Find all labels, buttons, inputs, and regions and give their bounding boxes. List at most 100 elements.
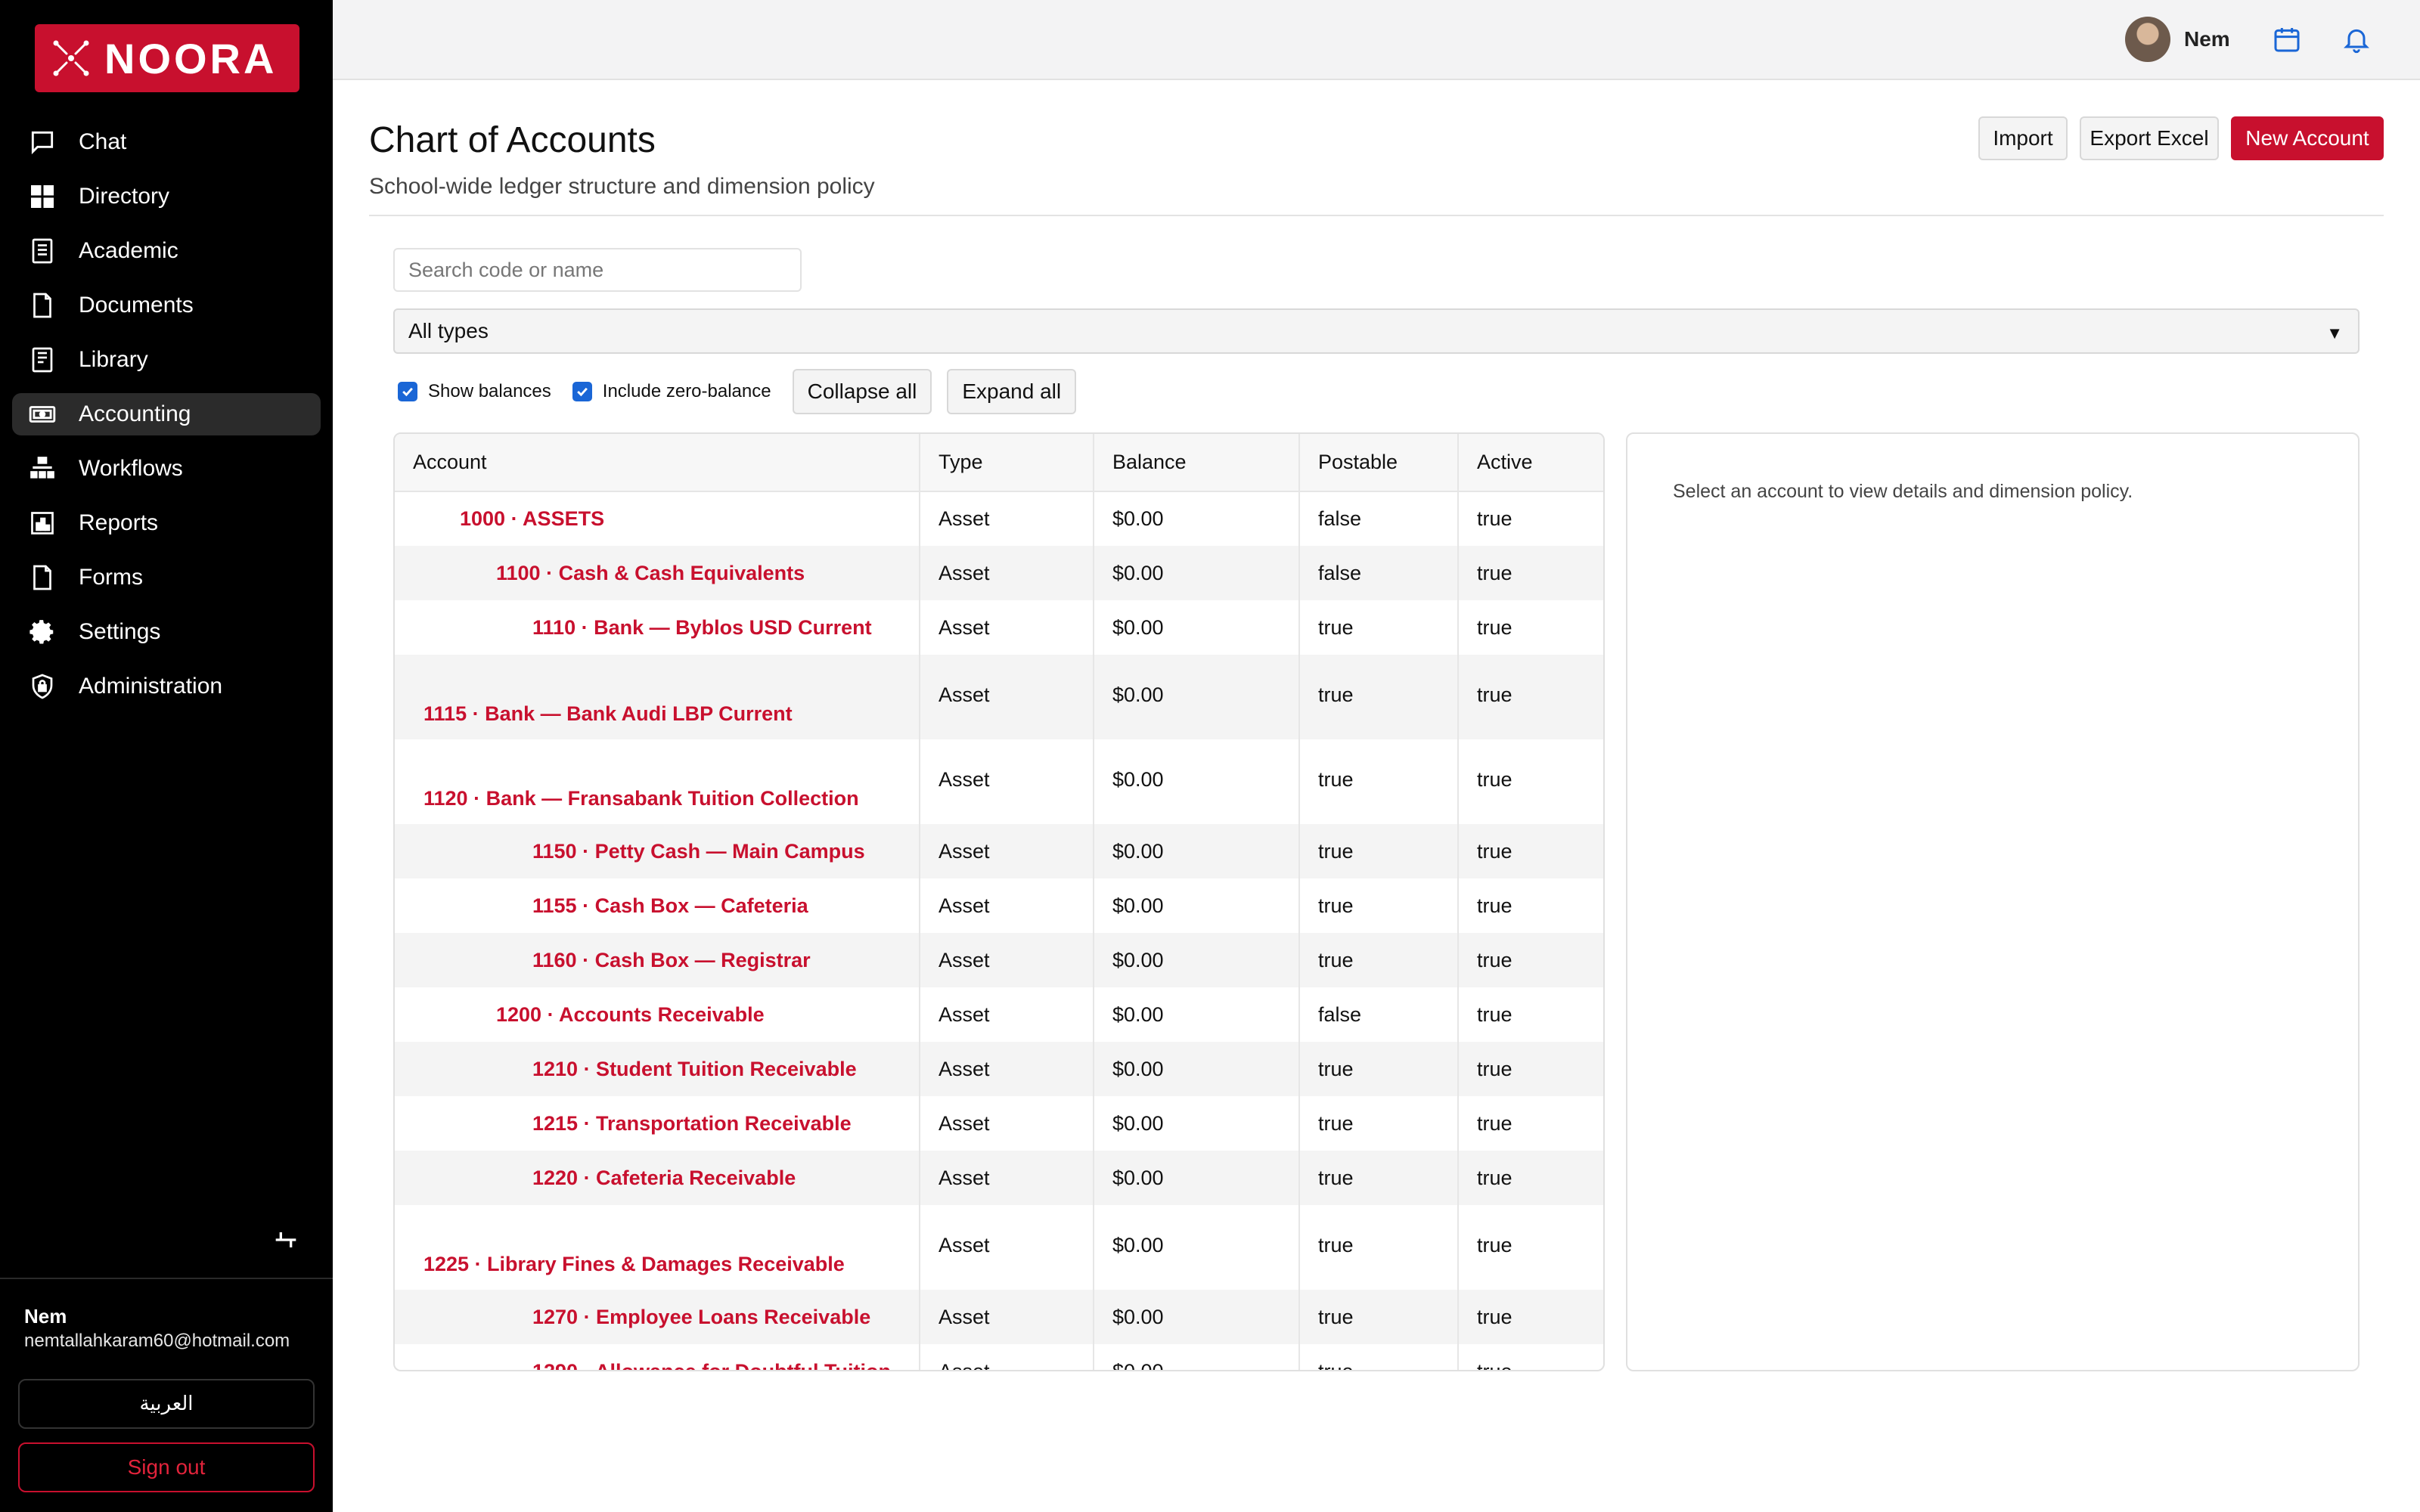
column-header-balance[interactable]: Balance bbox=[1094, 434, 1300, 492]
table-row[interactable]: 1270 · Employee Loans Receivable Asset $… bbox=[395, 1290, 1603, 1344]
chat-icon bbox=[27, 127, 57, 157]
account-link[interactable]: 1215 · Transportation Receivable bbox=[532, 1112, 852, 1135]
search-input[interactable] bbox=[393, 248, 802, 292]
language-toggle-button[interactable]: العربية bbox=[18, 1379, 315, 1429]
include-zero-balance-checkbox[interactable] bbox=[572, 382, 592, 401]
active-cell: true bbox=[1477, 768, 1512, 791]
column-header-active[interactable]: Active bbox=[1458, 434, 1603, 492]
account-link[interactable]: 1115 · Bank — Bank Audi LBP Current bbox=[424, 702, 793, 725]
account-type-select[interactable]: All types ▼ bbox=[393, 308, 2360, 354]
account-link[interactable]: 1220 · Cafeteria Receivable bbox=[532, 1167, 796, 1189]
table-row[interactable]: 1000 · ASSETS Asset $0.00 false true bbox=[395, 491, 1603, 546]
table-row[interactable]: 1220 · Cafeteria Receivable Asset $0.00 … bbox=[395, 1151, 1603, 1205]
type-cell: Asset bbox=[920, 987, 1094, 1042]
type-cell: Asset bbox=[920, 1344, 1094, 1370]
sidebar-item-workflows[interactable]: Workflows bbox=[12, 448, 321, 490]
new-account-button[interactable]: New Account bbox=[2231, 116, 2384, 160]
table-row[interactable]: 1210 · Student Tuition Receivable Asset … bbox=[395, 1042, 1603, 1096]
bell-icon[interactable] bbox=[2335, 18, 2378, 60]
postable-cell: true bbox=[1299, 655, 1459, 739]
table-row[interactable]: 1200 · Accounts Receivable Asset $0.00 f… bbox=[395, 987, 1603, 1042]
postable-cell: true bbox=[1299, 1042, 1459, 1096]
column-header-postable[interactable]: Postable bbox=[1299, 434, 1459, 492]
account-link[interactable]: 1150 · Petty Cash — Main Campus bbox=[532, 840, 865, 863]
table-row[interactable]: 1225 · Library Fines & Damages Receivabl… bbox=[395, 1205, 1603, 1290]
postable-cell: true bbox=[1299, 1205, 1459, 1290]
balance-cell: $0.00 bbox=[1094, 1151, 1300, 1205]
table-row[interactable]: 1160 · Cash Box — Registrar Asset $0.00 … bbox=[395, 933, 1603, 987]
balance-cell: $0.00 bbox=[1094, 739, 1300, 824]
active-cell: true bbox=[1458, 655, 1603, 739]
active-cell: true bbox=[1458, 1290, 1603, 1344]
show-balances-checkbox[interactable] bbox=[398, 382, 417, 401]
calendar-icon[interactable] bbox=[2266, 18, 2308, 60]
details-empty-message: Select an account to view details and di… bbox=[1673, 481, 2133, 502]
sidebar-item-documents[interactable]: Documents bbox=[12, 284, 321, 327]
sidebar-item-chat[interactable]: Chat bbox=[12, 121, 321, 163]
account-link[interactable]: 1155 · Cash Box — Cafeteria bbox=[532, 894, 808, 917]
avatar[interactable] bbox=[2125, 17, 2170, 62]
money-icon bbox=[27, 399, 57, 429]
sign-out-button[interactable]: Sign out bbox=[18, 1442, 315, 1492]
accounts-table: Account Type Balance Postable Active 100… bbox=[393, 432, 1605, 1371]
pin-icon[interactable] bbox=[271, 1225, 301, 1255]
account-link[interactable]: 1120 · Bank — Fransabank Tuition Collect… bbox=[424, 787, 859, 810]
grid-icon bbox=[27, 181, 57, 212]
account-link[interactable]: 1225 · Library Fines & Damages Receivabl… bbox=[424, 1253, 845, 1275]
type-cell: Asset bbox=[920, 1205, 1094, 1290]
active-cell: true bbox=[1477, 1111, 1512, 1135]
table-row[interactable]: 1110 · Bank — Byblos USD Current Asset $… bbox=[395, 600, 1603, 655]
account-link[interactable]: 1210 · Student Tuition Receivable bbox=[532, 1058, 857, 1080]
noora-logo[interactable]: NOORA bbox=[35, 24, 299, 92]
sidebar-item-forms[interactable]: Forms bbox=[12, 556, 321, 599]
column-header-account[interactable]: Account bbox=[395, 434, 920, 492]
import-button[interactable]: Import bbox=[1978, 116, 2068, 160]
account-link[interactable]: 1200 · Accounts Receivable bbox=[496, 1003, 765, 1026]
expand-all-button[interactable]: Expand all bbox=[947, 369, 1077, 414]
active-cell: true bbox=[1477, 1234, 1512, 1256]
sidebar-item-settings[interactable]: Settings bbox=[12, 611, 321, 653]
sidebar-user-name: Nem bbox=[24, 1305, 67, 1328]
sidebar-item-reports[interactable]: Reports bbox=[12, 502, 321, 544]
active-cell: true bbox=[1458, 1042, 1603, 1096]
top-user-name[interactable]: Nem bbox=[2184, 27, 2230, 51]
account-link[interactable]: 1000 · ASSETS bbox=[460, 507, 604, 530]
table-row[interactable]: 1215 · Transportation Receivable Asset $… bbox=[395, 1096, 1603, 1151]
type-cell: Asset bbox=[920, 546, 1094, 600]
page-title: Chart of Accounts bbox=[369, 120, 656, 160]
active-cell: true bbox=[1477, 1002, 1512, 1026]
account-link[interactable]: 1160 · Cash Box — Registrar bbox=[532, 949, 811, 971]
postable-cell: false bbox=[1299, 987, 1459, 1042]
sidebar-item-academic[interactable]: Academic bbox=[12, 230, 321, 272]
include-zero-balance-label: Include zero-balance bbox=[602, 381, 771, 401]
postable-cell: true bbox=[1299, 1151, 1459, 1205]
table-row[interactable]: 1115 · Bank — Bank Audi LBP Current Asse… bbox=[395, 655, 1603, 739]
account-link[interactable]: 1100 · Cash & Cash Equivalents bbox=[496, 562, 805, 584]
sidebar-item-directory[interactable]: Directory bbox=[12, 175, 321, 218]
sidebar-item-library[interactable]: Library bbox=[12, 339, 321, 381]
account-link[interactable]: 1110 · Bank — Byblos USD Current bbox=[532, 616, 872, 639]
sidebar-divider bbox=[0, 1278, 333, 1279]
sidebar-item-accounting[interactable]: Accounting bbox=[12, 393, 321, 435]
form-icon bbox=[27, 562, 57, 593]
export-excel-button[interactable]: Export Excel bbox=[2080, 116, 2219, 160]
postable-cell: false bbox=[1299, 546, 1459, 600]
balance-cell: $0.00 bbox=[1094, 600, 1300, 655]
table-row[interactable]: 1290 · Allowance for Doubtful Tuition As… bbox=[395, 1344, 1603, 1371]
sidebar-item-label: Documents bbox=[79, 293, 194, 318]
table-row[interactable]: 1155 · Cash Box — Cafeteria Asset $0.00 … bbox=[395, 878, 1603, 933]
account-link[interactable]: 1270 · Employee Loans Receivable bbox=[532, 1306, 870, 1328]
table-row[interactable]: 1100 · Cash & Cash Equivalents Asset $0.… bbox=[395, 546, 1603, 600]
active-cell: true bbox=[1477, 1359, 1512, 1371]
document-icon bbox=[27, 290, 57, 321]
balance-cell: $0.00 bbox=[1094, 1096, 1300, 1151]
table-row[interactable]: 1120 · Bank — Fransabank Tuition Collect… bbox=[395, 739, 1603, 824]
account-link[interactable]: 1290 · Allowance for Doubtful Tuition bbox=[532, 1360, 891, 1371]
postable-cell: true bbox=[1299, 878, 1459, 933]
sidebar-nav: Chat Directory Academic Documents Librar… bbox=[12, 121, 321, 720]
collapse-all-button[interactable]: Collapse all bbox=[792, 369, 932, 414]
column-header-type[interactable]: Type bbox=[920, 434, 1094, 492]
sidebar-item-administration[interactable]: Administration bbox=[12, 665, 321, 708]
table-row[interactable]: 1150 · Petty Cash — Main Campus Asset $0… bbox=[395, 824, 1603, 878]
balance-cell: $0.00 bbox=[1094, 1205, 1300, 1290]
